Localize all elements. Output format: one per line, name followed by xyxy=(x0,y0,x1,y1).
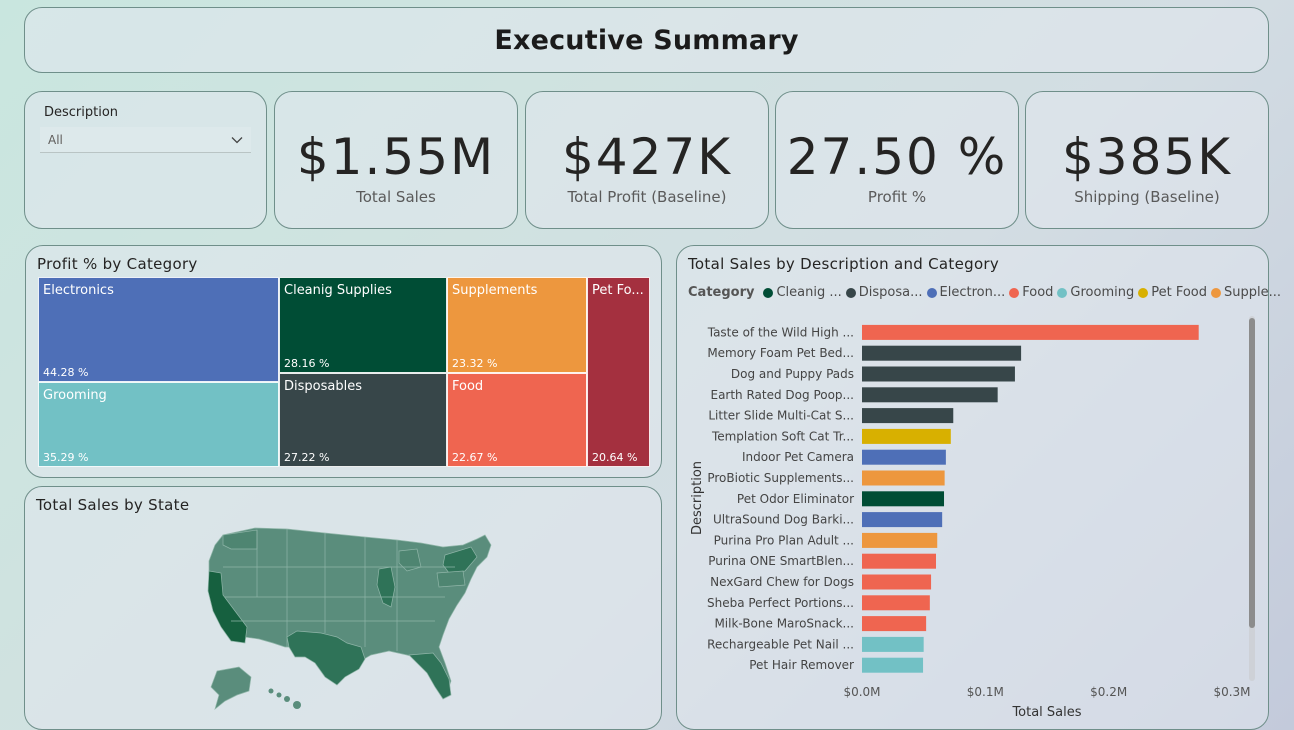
bar-label: Purina ONE SmartBlen... xyxy=(708,554,854,568)
kpi-label: Total Profit (Baseline) xyxy=(567,188,727,206)
treemap-tile-disposables[interactable]: Disposables 27.22 % xyxy=(279,373,447,467)
kpi-label: Shipping (Baseline) xyxy=(1074,188,1220,206)
tile-name: Pet Fo... xyxy=(592,283,644,298)
bar-label: UltraSound Dog Barki... xyxy=(713,513,854,527)
bar[interactable] xyxy=(862,553,936,569)
bar-label: Pet Hair Remover xyxy=(749,658,854,672)
slicer-dropdown[interactable]: All xyxy=(40,127,251,153)
bar[interactable] xyxy=(862,449,946,465)
kpi-value: 27.50 % xyxy=(786,128,1008,186)
kpi-total-sales: $1.55M Total Sales xyxy=(274,91,518,229)
x-axis-title: Total Sales xyxy=(1011,705,1081,720)
treemap-tile-food[interactable]: Food 22.67 % xyxy=(447,373,587,467)
chart-scrollbar[interactable] xyxy=(1249,316,1255,681)
tile-value: 35.29 % xyxy=(43,451,89,464)
profit-by-category-treemap: Profit % by Category Electronics 44.28 %… xyxy=(25,245,662,478)
bar[interactable] xyxy=(862,345,1022,361)
tile-name: Food xyxy=(452,379,484,394)
kpi-value: $1.55M xyxy=(296,128,496,186)
bar[interactable] xyxy=(862,532,938,548)
bar[interactable] xyxy=(862,491,945,507)
sales-by-description-bar-chart: Total Sales by Description and Category … xyxy=(676,245,1281,730)
bar-label: Templation Soft Cat Tr... xyxy=(711,429,854,443)
tile-name: Electronics xyxy=(43,283,114,298)
kpi-label: Profit % xyxy=(867,188,927,206)
kpi-value: $427K xyxy=(561,128,733,186)
chevron-down-icon xyxy=(231,136,243,143)
bar[interactable] xyxy=(862,387,998,403)
bar[interactable] xyxy=(862,574,932,590)
bar[interactable] xyxy=(862,512,943,528)
bar-label: Dog and Puppy Pads xyxy=(731,367,854,381)
bar-label: Indoor Pet Camera xyxy=(742,450,854,464)
bar-label: ProBiotic Supplements... xyxy=(707,471,854,485)
map-state-alaska xyxy=(210,666,252,710)
tile-value: 44.28 % xyxy=(43,366,89,379)
x-tick-label: $0.0M xyxy=(843,685,880,699)
x-tick-label: $0.3M xyxy=(1213,685,1250,699)
treemap-tile-electronics[interactable]: Electronics 44.28 % xyxy=(38,277,279,382)
treemap-title: Profit % by Category xyxy=(37,255,198,273)
treemap-tile-grooming[interactable]: Grooming 35.29 % xyxy=(38,382,279,467)
bar[interactable] xyxy=(862,636,924,652)
scrollbar-thumb[interactable] xyxy=(1249,318,1255,628)
kpi-total-profit: $427K Total Profit (Baseline) xyxy=(525,91,769,229)
tile-value: 23.32 % xyxy=(452,357,498,370)
bar[interactable] xyxy=(862,408,954,424)
title-card: Executive Summary xyxy=(24,7,1269,73)
bar[interactable] xyxy=(862,324,1199,340)
slicer-label: Description xyxy=(44,105,119,120)
kpi-value: $385K xyxy=(1061,128,1233,186)
us-choropleth-map[interactable] xyxy=(25,487,663,730)
bar-chart-plot: Taste of the Wild High ... Memory Foam Pe… xyxy=(690,324,1251,720)
bar[interactable] xyxy=(862,657,924,673)
x-tick-label: $0.1M xyxy=(967,685,1004,699)
tile-name: Disposables xyxy=(284,379,362,394)
map-state-hawaii xyxy=(268,688,301,709)
description-slicer: Description All xyxy=(24,91,267,229)
tile-name: Cleanig Supplies xyxy=(284,283,392,298)
slicer-value: All xyxy=(48,132,63,147)
bar[interactable] xyxy=(862,616,927,632)
map-state-pennsylvania xyxy=(436,570,466,588)
bar-label: Purina Pro Plan Adult ... xyxy=(714,533,854,547)
tile-name: Supplements xyxy=(452,283,538,298)
x-tick-label: $0.2M xyxy=(1090,685,1127,699)
map-state-florida xyxy=(408,652,452,700)
tile-value: 22.67 % xyxy=(452,451,498,464)
tile-value: 20.64 % xyxy=(592,451,638,464)
tile-value: 28.16 % xyxy=(284,357,330,370)
bar-label: Litter Slide Multi-Cat S... xyxy=(708,409,854,423)
page-title: Executive Summary xyxy=(494,24,799,56)
bar-label: NexGard Chew for Dogs xyxy=(710,575,854,589)
kpi-label: Total Sales xyxy=(356,188,436,206)
bar[interactable] xyxy=(862,595,930,611)
tile-name: Grooming xyxy=(43,388,107,403)
kpi-profit-percent: 27.50 % Profit % xyxy=(775,91,1019,229)
kpi-shipping: $385K Shipping (Baseline) xyxy=(1025,91,1269,229)
treemap-tile-supplements[interactable]: Supplements 23.32 % xyxy=(447,277,587,373)
sales-by-state-map: Total Sales by State xyxy=(24,486,662,730)
treemap-tile-cleaning-supplies[interactable]: Cleanig Supplies 28.16 % xyxy=(279,277,447,373)
bar[interactable] xyxy=(862,428,951,444)
treemap-tile-pet-food[interactable]: Pet Fo... 20.64 % xyxy=(587,277,650,467)
bar[interactable] xyxy=(862,366,1015,382)
bar-label: Taste of the Wild High ... xyxy=(707,325,854,339)
bar-label: Sheba Perfect Portions... xyxy=(707,596,854,610)
bar-label: Milk-Bone MaroSnack... xyxy=(714,617,854,631)
map-state-washington xyxy=(222,529,258,550)
bar-label: Memory Foam Pet Bed... xyxy=(707,346,854,360)
bar-label: Pet Odor Eliminator xyxy=(737,492,854,506)
bar-label: Earth Rated Dog Poop... xyxy=(710,388,854,402)
y-axis-title: Description xyxy=(690,461,705,535)
bar[interactable] xyxy=(862,470,945,486)
bar-label: Rechargeable Pet Nail ... xyxy=(707,637,854,651)
tile-value: 27.22 % xyxy=(284,451,330,464)
